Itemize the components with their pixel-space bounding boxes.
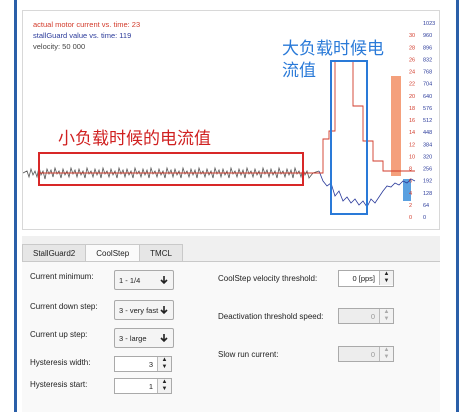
right-axis-tick-current: 30 xyxy=(409,33,415,39)
right-axis-tick-stallguard: 960 xyxy=(423,33,432,39)
right-axis-tick-current: 28 xyxy=(409,45,415,51)
chevron-down-icon xyxy=(160,276,168,285)
right-axis-tick-current: 12 xyxy=(409,142,415,148)
right-axis-tick-stallguard: 192 xyxy=(423,179,432,185)
right-axis-tick-current: 20 xyxy=(409,94,415,100)
current-down-step-label: Current down step: xyxy=(30,302,98,311)
chevron-down-icon xyxy=(160,334,168,343)
caret-up-icon[interactable]: ▲ xyxy=(380,309,393,316)
right-axis-tick-stallguard: 128 xyxy=(423,191,432,197)
annotation-box-low-load xyxy=(38,152,304,186)
annotation-box-high-load xyxy=(330,60,368,215)
hysteresis-width-label: Hysteresis width: xyxy=(30,358,91,367)
right-axis-tick-stallguard: 704 xyxy=(423,82,432,88)
right-axis-tick-stallguard: 576 xyxy=(423,106,432,112)
spinner-buttons[interactable]: ▲ ▼ xyxy=(379,309,393,323)
annotation-low-load: 小负载时候的电流值 xyxy=(58,129,211,149)
caret-up-icon[interactable]: ▲ xyxy=(380,271,393,278)
right-axis-tick-current: 0 xyxy=(409,215,412,221)
right-axis: 1023960896832768704640576512448384320256… xyxy=(409,21,435,221)
right-axis-tick-current: 22 xyxy=(409,82,415,88)
right-axis-tick-current: 2 xyxy=(409,203,412,209)
right-axis-tick-stallguard: 256 xyxy=(423,167,432,173)
current-down-step-select[interactable]: 3 - very fast xyxy=(114,300,174,320)
tab-stallguard2[interactable]: StallGuard2 xyxy=(22,244,87,262)
spinner-buttons[interactable]: ▲ ▼ xyxy=(379,271,393,285)
right-axis-tick-stallguard: 896 xyxy=(423,45,432,51)
chevron-down-icon xyxy=(160,306,168,315)
settings-panel: StallGuard2 CoolStep TMCL Current minimu… xyxy=(22,236,440,412)
hysteresis-start-label: Hysteresis start: xyxy=(30,380,88,389)
right-axis-tick-stallguard: 1023 xyxy=(423,21,435,27)
caret-down-icon[interactable]: ▼ xyxy=(158,386,171,393)
current-minimum-label: Current minimum: xyxy=(30,272,94,281)
right-axis-tick-stallguard: 384 xyxy=(423,142,432,148)
caret-down-icon[interactable]: ▼ xyxy=(380,354,393,361)
right-axis-tick-current: 14 xyxy=(409,130,415,136)
hysteresis-width-value: 3 xyxy=(148,360,153,369)
window-frame-right xyxy=(456,0,459,412)
current-up-step-label: Current up step: xyxy=(30,330,88,339)
right-axis-tick-stallguard: 320 xyxy=(423,154,432,160)
right-axis-tick-stallguard: 832 xyxy=(423,57,432,63)
hysteresis-start-value: 1 xyxy=(148,382,153,391)
right-axis-tick-current: 16 xyxy=(409,118,415,124)
hysteresis-start-spinner[interactable]: 1 ▲ ▼ xyxy=(114,378,172,394)
right-axis-tick-stallguard: 448 xyxy=(423,130,432,136)
current-down-step-value: 3 - very fast xyxy=(119,306,159,315)
deactivation-speed-value: 0 xyxy=(370,312,375,321)
caret-up-icon[interactable]: ▲ xyxy=(158,379,171,386)
velocity-threshold-value: 0 [pps] xyxy=(352,274,375,283)
right-axis-tick-current: 18 xyxy=(409,106,415,112)
spinner-buttons[interactable]: ▲ ▼ xyxy=(379,347,393,361)
tab-bar: StallGuard2 CoolStep TMCL xyxy=(22,244,183,262)
slow-run-current-label: Slow run current: xyxy=(218,350,279,359)
right-axis-tick-current: 8 xyxy=(409,167,412,173)
deactivation-speed-label: Deactivation threshold speed: xyxy=(218,312,324,321)
caret-down-icon[interactable]: ▼ xyxy=(380,278,393,285)
velocity-threshold-label: CoolStep velocity threshold: xyxy=(218,274,318,283)
current-level-bar xyxy=(391,76,401,176)
caret-up-icon[interactable]: ▲ xyxy=(380,347,393,354)
right-axis-tick-current: 24 xyxy=(409,70,415,76)
right-axis-tick-stallguard: 768 xyxy=(423,70,432,76)
coolstep-panel: Current minimum: 1 - 1/4 Current down st… xyxy=(22,261,440,412)
spinner-buttons[interactable]: ▲ ▼ xyxy=(157,379,171,393)
spinner-buttons[interactable]: ▲ ▼ xyxy=(157,357,171,371)
right-axis-tick-stallguard: 512 xyxy=(423,118,432,124)
right-axis-tick-stallguard: 64 xyxy=(423,203,429,209)
hysteresis-width-spinner[interactable]: 3 ▲ ▼ xyxy=(114,356,172,372)
window-frame-left xyxy=(14,0,17,412)
current-minimum-select[interactable]: 1 - 1/4 xyxy=(114,270,174,290)
current-up-step-select[interactable]: 3 - large xyxy=(114,328,174,348)
current-minimum-value: 1 - 1/4 xyxy=(119,276,141,285)
right-axis-tick-current: 26 xyxy=(409,57,415,63)
right-axis-tick-stallguard: 0 xyxy=(423,215,426,221)
velocity-threshold-spinner[interactable]: 0 [pps] ▲ ▼ xyxy=(338,270,394,287)
tab-coolstep[interactable]: CoolStep xyxy=(85,244,141,262)
right-axis-tick-current: 4 xyxy=(409,191,412,197)
tab-tmcl[interactable]: TMCL xyxy=(139,244,183,262)
caret-down-icon[interactable]: ▼ xyxy=(380,316,393,323)
slow-run-current-spinner[interactable]: 0 ▲ ▼ xyxy=(338,346,394,362)
current-up-step-value: 3 - large xyxy=(119,334,147,343)
right-axis-tick-current: 10 xyxy=(409,154,415,160)
right-axis-tick-stallguard: 640 xyxy=(423,94,432,100)
caret-down-icon[interactable]: ▼ xyxy=(158,364,171,371)
deactivation-speed-spinner[interactable]: 0 ▲ ▼ xyxy=(338,308,394,324)
right-axis-tick-current: 6 xyxy=(409,179,412,185)
slow-run-current-value: 0 xyxy=(370,350,375,359)
caret-up-icon[interactable]: ▲ xyxy=(158,357,171,364)
